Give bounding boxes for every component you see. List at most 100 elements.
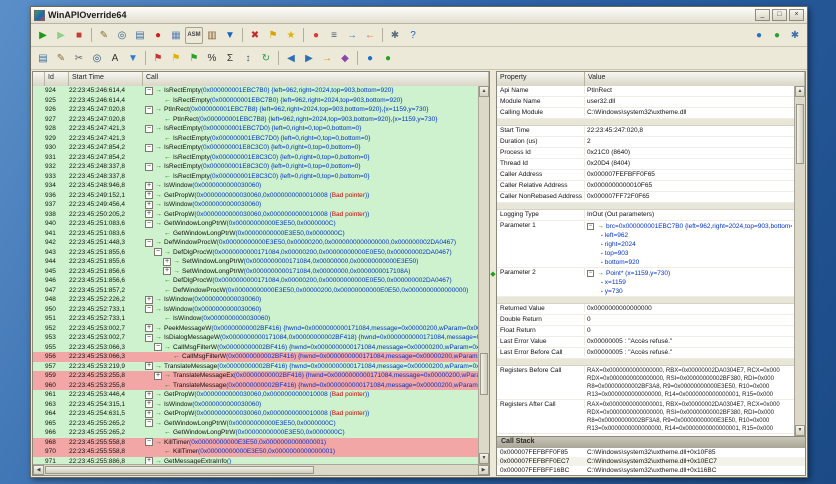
expander-plus-icon[interactable]: +	[145, 200, 153, 209]
monitor-heap-icon[interactable]: ◆	[336, 50, 354, 67]
log-horizontal-scrollbar[interactable]	[33, 464, 489, 475]
log-row[interactable]: 943 22:23:45:251:855,6 − → DefDlgProcW (0x000…	[33, 247, 478, 257]
start-monitoring-icon[interactable]: ▶	[34, 27, 52, 44]
percent-icon[interactable]: %	[203, 50, 221, 67]
log-row[interactable]: 963 22:23:45:254:315,1 + → IsWindow (0x000000…	[33, 399, 478, 409]
sum-icon[interactable]: Σ	[221, 50, 239, 67]
log-vertical-scrollbar[interactable]	[478, 86, 489, 464]
property-row[interactable]: Caller Relative Address 0x0000000000010F6…	[497, 181, 794, 192]
log-row[interactable]: 929 22:23:45:247:421,3 ← IsRectEmpty (0x0000…	[33, 133, 478, 143]
expander-plus-icon[interactable]: +	[145, 191, 153, 200]
title-bar[interactable]: WinAPIOverride64 _ □ ×	[31, 7, 807, 24]
log-row[interactable]: 951 22:23:45:252:733,1 ← IsWindow (0x0000000…	[33, 314, 478, 324]
log-row[interactable]: 968 22:23:45:255:558,8 − → KillTimer (0x00000…	[33, 437, 478, 447]
scroll-track-horizontal[interactable]	[44, 465, 478, 475]
start-process-icon[interactable]: ▶	[52, 27, 70, 44]
hook-functions-icon[interactable]: →	[343, 27, 361, 44]
column-header-start-time[interactable]: Start Time	[69, 72, 143, 86]
new-log-icon[interactable]: ▤	[34, 50, 52, 67]
property-row[interactable]: Thread Id 0x20D4 (8404)	[497, 159, 794, 170]
search-api-icon[interactable]: ◎	[113, 27, 131, 44]
com-monitoring-icon[interactable]: ●	[361, 50, 379, 67]
edit-monitoring-file-icon[interactable]: ✎	[95, 27, 113, 44]
property-row[interactable]: Registers Before Call RAX=0x0000000000000…	[497, 366, 794, 400]
maximize-button[interactable]: □	[772, 9, 787, 21]
expander-minus-icon[interactable]: −	[145, 162, 153, 171]
log-row[interactable]: 950 22:23:45:252:733,1 − → IsWindow (0x000000…	[33, 304, 478, 314]
log-row[interactable]: 926 22:23:45:247:020,8 − → PtInRect (0x000000…	[33, 105, 478, 115]
scroll-thumb[interactable]	[796, 103, 804, 164]
param-tree-root[interactable]: − → brc=0x000000001EBC7B0 {left=962,right=…	[587, 222, 792, 231]
bookmark-icon[interactable]: ★	[282, 27, 300, 44]
expander-minus-icon[interactable]: −	[587, 270, 594, 277]
param-tree-root[interactable]: − → Point* (x=1159,y=730)	[587, 269, 792, 278]
property-row[interactable]: Duration (us) 2	[497, 137, 794, 148]
modules-window-icon[interactable]: ▦	[167, 27, 185, 44]
log-row[interactable]: 948 22:23:45:252:226,2 + → IsWindow (0x000000…	[33, 295, 478, 305]
flag-red-icon[interactable]: ⚑	[149, 50, 167, 67]
expander-plus-icon[interactable]: +	[163, 267, 171, 276]
cut-icon[interactable]: ✂	[70, 50, 88, 67]
column-header-value[interactable]: Value	[585, 72, 805, 86]
log-row[interactable]: 945 22:23:45:251:856,6 + → SetWindowLongPtrW…	[33, 266, 478, 276]
log-row[interactable]: 964 22:23:45:254:631,5 + → GetPropW (0x000000…	[33, 409, 478, 419]
expander-minus-icon[interactable]: −	[145, 124, 153, 133]
expander-plus-icon[interactable]: +	[145, 409, 153, 418]
expander-plus-icon[interactable]: +	[145, 181, 153, 190]
call-stack-row[interactable]: 0x000007FEFBFF0EC7 C:\Windows\system32\ux…	[497, 457, 805, 466]
log-row[interactable]: 936 22:23:45:249:152,1 + → GetPropW (0x000000…	[33, 190, 478, 200]
property-row[interactable]: Api Name PtInRect	[497, 86, 794, 97]
record-icon[interactable]: ●	[149, 27, 167, 44]
help-icon[interactable]: ?	[404, 27, 422, 44]
expander-minus-icon[interactable]: −	[587, 223, 594, 230]
param-tree-child[interactable]: ▪ left=962	[587, 231, 792, 240]
scroll-up-icon[interactable]	[479, 86, 489, 97]
dump-memory-icon[interactable]: ▼	[221, 27, 239, 44]
scroll-thumb-horizontal[interactable]	[45, 466, 315, 474]
log-row[interactable]: 947 22:23:45:251:857,2 ← DefWindowProcW (0x0…	[33, 285, 478, 295]
scroll-right-icon[interactable]	[478, 465, 489, 475]
expander-plus-icon[interactable]: +	[145, 400, 153, 409]
call-stack-icon[interactable]: ≡	[325, 27, 343, 44]
param-tree-child[interactable]: ▪ bottom=920	[587, 258, 792, 267]
clear-log-icon[interactable]: ✖	[246, 27, 264, 44]
expander-minus-icon[interactable]: −	[154, 248, 162, 257]
expander-plus-icon[interactable]: +	[145, 390, 153, 399]
api-database-icon[interactable]: ▥	[203, 27, 221, 44]
log-row[interactable]: 931 22:23:45:247:854,2 ← IsRectEmpty (0x0000…	[33, 152, 478, 162]
property-row[interactable]: Logging Type InOut (Out parameters)	[497, 210, 794, 221]
property-row[interactable]: Process Id 0x21C0 (8640)	[497, 148, 794, 159]
expander-minus-icon[interactable]: −	[145, 143, 153, 152]
property-row[interactable]: Module Name user32.dll	[497, 97, 794, 108]
log-row[interactable]: 960 22:23:45:253:255,8 ← TranslateMessage (0…	[33, 380, 478, 390]
param-tree-child[interactable]: ▪ y=730	[587, 287, 792, 296]
log-row[interactable]: 966 22:23:45:255:265,2 ← GetWindowLongPtrW(…	[33, 428, 478, 438]
expander-minus-icon[interactable]: −	[145, 438, 153, 447]
network-send-icon[interactable]: ●	[750, 27, 768, 44]
options-icon[interactable]: ✱	[386, 27, 404, 44]
scroll-track[interactable]	[795, 97, 805, 425]
dotnet-monitoring-icon[interactable]: ●	[379, 50, 397, 67]
network-receive-icon[interactable]: ●	[768, 27, 786, 44]
expander-minus-icon[interactable]: −	[145, 333, 153, 342]
previous-result-icon[interactable]: ◀	[282, 50, 300, 67]
expander-plus-icon[interactable]: +	[145, 295, 153, 304]
asm-debugger-icon[interactable]: ASM	[185, 26, 203, 44]
column-header-id[interactable]: Id	[45, 72, 69, 86]
scroll-down-icon[interactable]	[479, 453, 489, 464]
property-row[interactable]: Start Time 22:23:45:247:020,8	[497, 126, 794, 137]
expander-minus-icon[interactable]: −	[145, 86, 153, 95]
processes-window-icon[interactable]: ▤	[131, 27, 149, 44]
expander-plus-icon[interactable]: +	[163, 257, 171, 266]
flag-green-icon[interactable]: ⚑	[185, 50, 203, 67]
property-row[interactable]: Parameter 1− → brc=0x000000001EBC7B0 {left…	[497, 221, 794, 268]
log-row[interactable]: 932 22:23:45:248:337,8 − → IsRectEmpty (0x000…	[33, 162, 478, 172]
param-tree-child[interactable]: ▪ top=903	[587, 249, 792, 258]
expander-minus-icon[interactable]: −	[154, 343, 162, 352]
find-icon[interactable]: ◎	[88, 50, 106, 67]
property-row[interactable]: Caller Address 0x000007FEFBFF0F65	[497, 170, 794, 181]
log-row[interactable]: 970 22:23:45:255:558,8 ← KillTimer (0x000000…	[33, 447, 478, 457]
scroll-left-icon[interactable]	[33, 465, 44, 475]
log-row[interactable]: 927 22:23:45:247:020,8 ← PtInRect (0x0000000…	[33, 114, 478, 124]
expander-plus-icon[interactable]: +	[145, 362, 153, 371]
